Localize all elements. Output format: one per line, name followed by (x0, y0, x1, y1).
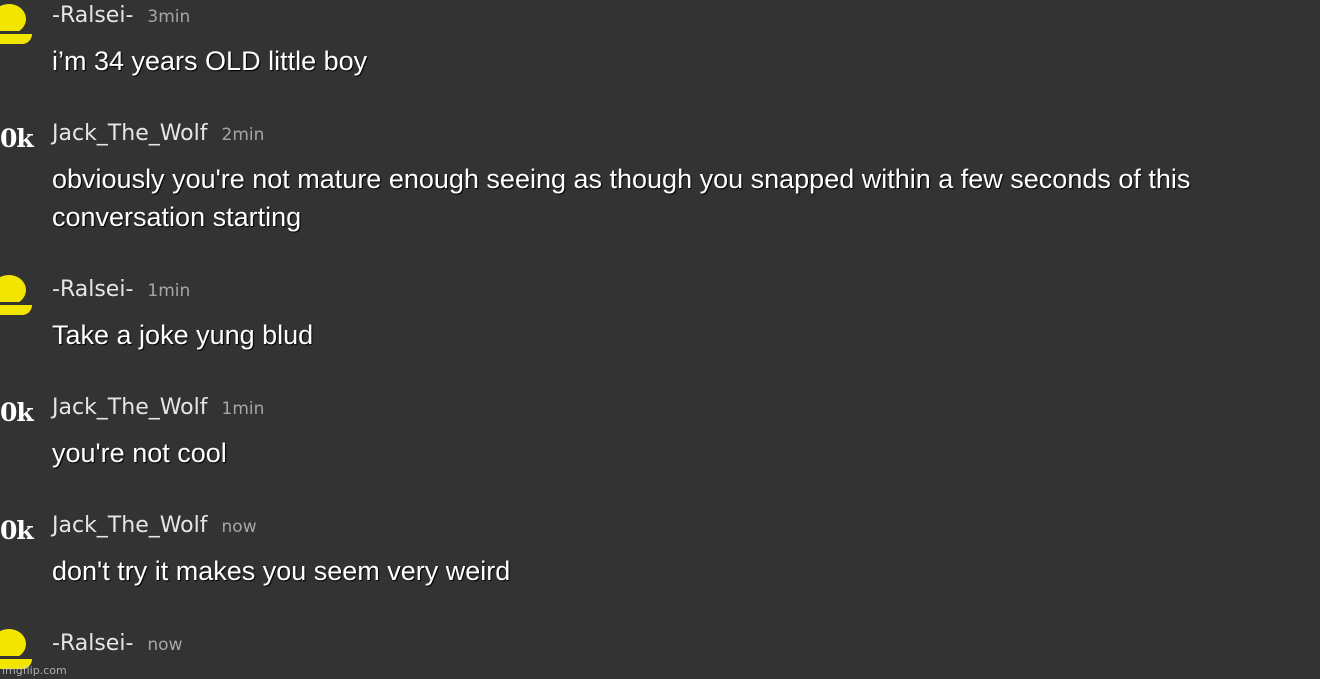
message-header: Jack_The_Wolf now (52, 514, 257, 540)
yellow-user-icon[interactable] (0, 275, 34, 325)
imgflip-watermark: imgflip.com (2, 664, 67, 677)
ok-text-icon[interactable]: 0k (0, 122, 40, 156)
username[interactable]: -Ralsei- (52, 277, 133, 302)
message-text: Take a joke yung blud (52, 320, 314, 350)
ok-text-icon[interactable]: 0k (0, 514, 40, 548)
timestamp: 1min (221, 399, 265, 419)
message-header: Jack_The_Wolf 1min (52, 396, 264, 422)
message-text: obviously you're not mature enough seein… (52, 164, 1198, 232)
message-text: i’m 34 years OLD little boy (52, 46, 368, 76)
message-text: you're not cool (52, 438, 227, 468)
timestamp: 2min (221, 125, 265, 145)
message-header: -Ralsei- 3min (52, 4, 190, 30)
username[interactable]: -Ralsei- (52, 3, 133, 28)
username[interactable]: Jack_The_Wolf (52, 121, 208, 146)
message-header: -Ralsei-now (52, 632, 182, 658)
yellow-user-icon[interactable] (0, 4, 34, 54)
username[interactable]: Jack_The_Wolf (52, 513, 208, 538)
username[interactable]: Jack_The_Wolf (52, 395, 208, 420)
ok-text-icon[interactable]: 0k (0, 396, 40, 430)
timestamp: now (147, 635, 183, 655)
message-header: Jack_The_Wolf 2min (52, 122, 264, 148)
message-header: -Ralsei- 1min (52, 278, 190, 304)
timestamp: 1min (147, 281, 191, 301)
username[interactable]: -Ralsei- (52, 631, 133, 656)
timestamp: 3min (147, 7, 191, 27)
chat-log: -Ralsei- 3min i’m 34 years OLD little boy… (0, 0, 1320, 679)
timestamp: now (221, 517, 257, 537)
message-text: don't try it makes you seem very weird (52, 556, 511, 586)
